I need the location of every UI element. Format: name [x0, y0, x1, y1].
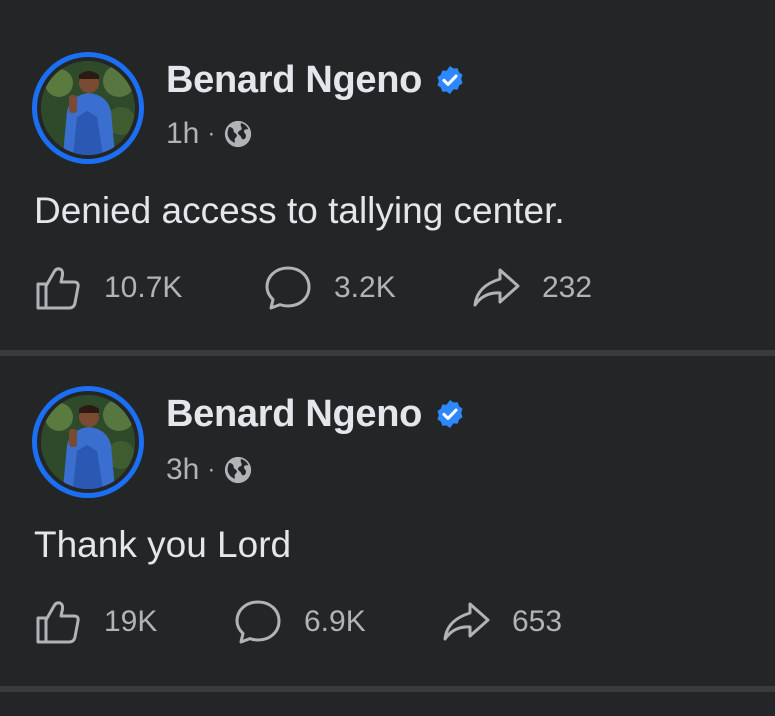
author-name[interactable]: Benard Ngeno: [166, 393, 422, 436]
avatar[interactable]: [32, 52, 144, 164]
post-actions: 19K 6.9K 653: [34, 596, 562, 648]
comment-button[interactable]: 3.2K: [264, 264, 472, 312]
share-count: 653: [512, 605, 563, 638]
profile-photo: [41, 61, 135, 155]
comment-bubble-icon: [235, 600, 281, 644]
like-count: 19K: [104, 605, 158, 638]
share-arrow-icon: [473, 268, 520, 307]
feed-post: Benard Ngeno 1h · Denied access to tally…: [0, 0, 775, 350]
globe-icon[interactable]: [223, 119, 253, 149]
thumbs-up-icon: [36, 267, 80, 310]
post-meta: 1h ·: [166, 116, 253, 152]
share-count: 232: [542, 271, 593, 304]
comment-count: 3.2K: [334, 271, 396, 304]
meta-separator: ·: [207, 456, 216, 483]
post-timestamp[interactable]: 3h: [166, 453, 199, 487]
author-name[interactable]: Benard Ngeno: [166, 59, 422, 102]
post-message: Thank you Lord: [34, 524, 292, 565]
thumbs-up-icon: [36, 601, 80, 644]
news-feed: Benard Ngeno 1h · Denied access to tally…: [0, 0, 775, 716]
share-button[interactable]: 653: [442, 598, 562, 646]
comment-count: 6.9K: [304, 605, 366, 638]
comment-button[interactable]: 6.9K: [234, 598, 442, 646]
post-divider: [0, 686, 775, 692]
like-button[interactable]: 19K: [34, 598, 234, 646]
comment-bubble-icon: [265, 266, 311, 310]
verified-badge-icon: [437, 400, 463, 428]
post-timestamp[interactable]: 1h: [166, 117, 199, 151]
share-button[interactable]: 232: [472, 264, 592, 312]
globe-icon[interactable]: [223, 455, 253, 485]
post-actions: 10.7K 3.2K 232: [34, 262, 592, 314]
profile-photo: [41, 395, 135, 489]
post-header-name: Benard Ngeno: [166, 392, 466, 436]
post-header-name: Benard Ngeno: [166, 58, 466, 102]
like-button[interactable]: 10.7K: [34, 264, 264, 312]
avatar[interactable]: [32, 386, 144, 498]
post-message: Denied access to tallying center.: [34, 190, 565, 231]
share-arrow-icon: [443, 602, 490, 641]
post-meta: 3h ·: [166, 452, 253, 488]
feed-post: Benard Ngeno 3h · Thank you Lord 19K 6.9…: [0, 356, 775, 686]
verified-badge-icon: [437, 66, 463, 94]
like-count: 10.7K: [104, 271, 183, 304]
meta-separator: ·: [207, 120, 216, 147]
